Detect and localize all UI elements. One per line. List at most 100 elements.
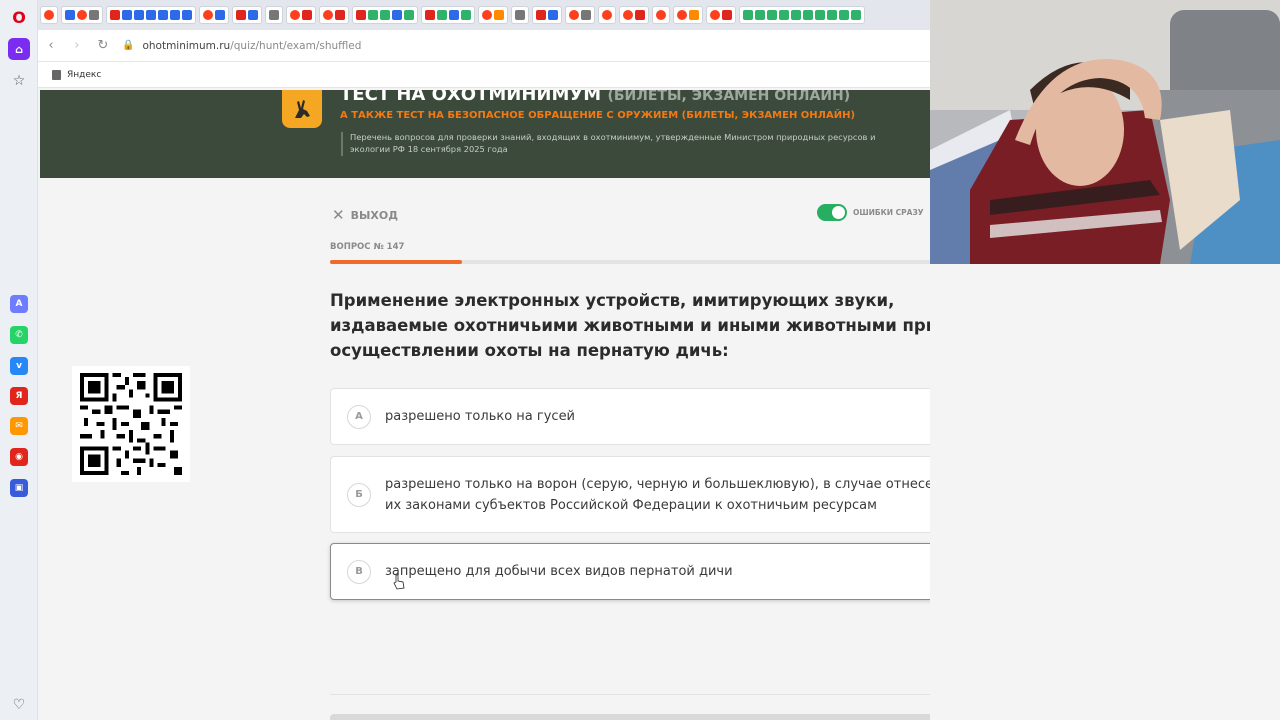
back-icon[interactable]: ‹ [38,38,64,53]
tab[interactable] [352,6,418,24]
favicon-icon [356,10,366,20]
page-background-right [930,264,1280,720]
yandex-favicon-icon [323,10,333,20]
instant-errors-toggle[interactable] [817,204,847,221]
vk-icon[interactable]: v [10,357,28,375]
tab[interactable] [565,6,595,24]
answer-text: запрещено для добычи всех видов пернатой… [385,564,733,579]
tab-strip [38,0,930,30]
app-icon-1[interactable]: A [10,295,28,313]
site-title: ТЕСТ НА ОХОТМИНИМУМ (БИЛЕТЫ, ЭКЗАМЕН ОНЛ… [340,90,850,105]
favicon-icon [368,10,378,20]
tab[interactable] [706,6,736,24]
bookmark-yandex[interactable]: Яндекс [67,70,101,80]
favicon-icon [743,10,753,20]
favicon-icon [548,10,558,20]
favicon-icon [146,10,156,20]
browser-sidebar: O ⌂ ☆ A ✆ v Я ✉ ◉ ▣ ♡ [0,0,38,720]
yandex-favicon-icon [203,10,213,20]
favicon-icon [248,10,258,20]
yandex-favicon-icon [482,10,492,20]
tab[interactable] [511,6,529,24]
opera-icon[interactable]: O [8,6,30,28]
answer-text: разрешено только на ворон (серую, черную… [385,476,958,513]
tab[interactable] [61,6,103,24]
favicon-icon [779,10,789,20]
answer-option-b[interactable]: Б разрешено только на ворон (серую, черн… [330,456,991,533]
tab[interactable] [199,6,229,24]
site-title-text: ТЕСТ НА ОХОТМИНИМУМ [340,90,602,105]
favicon-icon [689,10,699,20]
yandex-icon[interactable]: Я [10,387,28,405]
whatsapp-icon[interactable]: ✆ [10,326,28,344]
url-path: /quiz/hunt/exam/shuffled [230,39,362,52]
favicon-icon [494,10,504,20]
app-icon-2[interactable]: ◉ [10,448,28,466]
qr-code [72,366,190,482]
tab[interactable] [619,6,649,24]
yandex-favicon-icon [77,10,87,20]
favicon-icon [425,10,435,20]
home-icon[interactable]: ⌂ [8,38,30,60]
favicon-icon [170,10,180,20]
divider [330,694,991,695]
reload-icon[interactable]: ↻ [90,38,116,53]
yandex-favicon-icon [623,10,633,20]
tab[interactable] [739,6,865,24]
favicon-icon [236,10,246,20]
tab[interactable] [652,6,670,24]
tab[interactable] [598,6,616,24]
heart-icon[interactable]: ♡ [8,694,30,716]
tab[interactable] [286,6,316,24]
tab[interactable] [478,6,508,24]
favicon-icon [380,10,390,20]
answer-option-a[interactable]: А разрешено только на гусей [330,388,991,445]
close-icon: ✕ [332,206,345,224]
favicon-icon [461,10,471,20]
mail-icon[interactable]: ✉ [10,417,28,435]
tab[interactable] [265,6,283,24]
exit-button[interactable]: ✕ ВЫХОД [332,206,398,224]
favicon-icon [182,10,192,20]
favicon-icon [404,10,414,20]
answer-letter: В [347,559,371,584]
favicon-icon [269,10,279,20]
url-field[interactable]: ohotminimum.ru/quiz/hunt/exam/shuffled [142,40,361,52]
answer-letter: А [347,404,371,429]
yandex-favicon-icon [656,10,666,20]
favicon-icon [134,10,144,20]
bookmarks-bar: Яндекс [38,62,930,88]
favicon-icon [851,10,861,20]
tab[interactable] [532,6,562,24]
hare-logo-icon[interactable] [282,90,322,128]
tab[interactable] [421,6,475,24]
yandex-favicon-icon [602,10,612,20]
tab[interactable] [106,6,196,24]
question-number: ВОПРОС № 147 [330,242,405,252]
favicon-icon [839,10,849,20]
site-subtitle: А ТАКЖЕ ТЕСТ НА БЕЗОПАСНОЕ ОБРАЩЕНИЕ С О… [340,110,856,121]
app-icon-3[interactable]: ▣ [10,479,28,497]
favicon-icon [803,10,813,20]
star-icon[interactable]: ☆ [8,70,30,92]
forward-icon[interactable]: › [64,38,90,53]
webcam-overlay [930,0,1280,264]
favicon-icon [89,10,99,20]
favicon-icon [437,10,447,20]
url-domain: ohotminimum.ru [142,39,231,52]
favicon-icon [302,10,312,20]
answer-option-c[interactable]: В запрещено для добычи всех видов пернат… [330,543,991,600]
favicon-icon [635,10,645,20]
tab[interactable] [673,6,703,24]
toggle-label: ОШИБКИ СРАЗУ [853,208,924,217]
tab[interactable] [232,6,262,24]
lock-icon[interactable]: 🔒 [122,40,134,51]
favicon-icon [65,10,75,20]
yandex-favicon-icon [710,10,720,20]
site-banner: ТЕСТ НА ОХОТМИНИМУМ (БИЛЕТЫ, ЭКЗАМЕН ОНЛ… [40,90,930,178]
favicon-icon [536,10,546,20]
tab[interactable] [40,6,58,24]
address-bar: ‹ › ↻ 🔒 ohotminimum.ru/quiz/hunt/exam/sh… [38,30,930,62]
tab[interactable] [319,6,349,24]
next-button[interactable] [330,714,991,720]
